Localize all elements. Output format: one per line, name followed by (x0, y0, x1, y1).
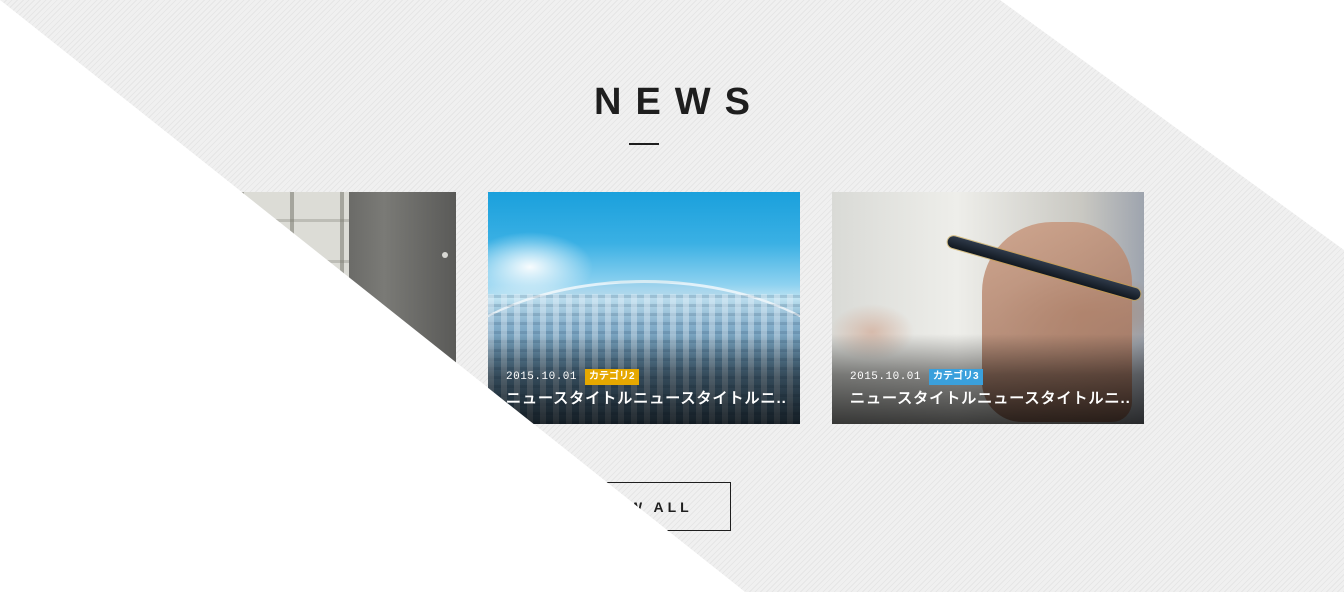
title-divider (629, 143, 659, 145)
ceiling-light (442, 252, 448, 258)
news-date: 2015.10.01 (850, 371, 922, 383)
news-date: 2015.10.01 (506, 371, 578, 383)
category-badge[interactable]: カテゴリ2 (585, 369, 639, 385)
news-title[interactable]: ニュースタイトルニュースタイトルニ... (506, 389, 786, 409)
card-meta: 2015.10.01 カテゴリ3 (850, 369, 983, 385)
card-meta: 2015.10.01 カテゴリ2 (506, 369, 639, 385)
news-title[interactable]: ニュースタイトルニュースタイトルニ... (850, 389, 1130, 409)
category-badge[interactable]: カテゴリ3 (929, 369, 983, 385)
news-card-2[interactable]: 2015.10.01 カテゴリ2 ニュースタイトルニュースタイトルニ... (488, 192, 800, 424)
section-title: NEWS (594, 81, 764, 123)
news-card-3[interactable]: 2015.10.01 カテゴリ3 ニュースタイトルニュースタイトルニ... (832, 192, 1144, 424)
